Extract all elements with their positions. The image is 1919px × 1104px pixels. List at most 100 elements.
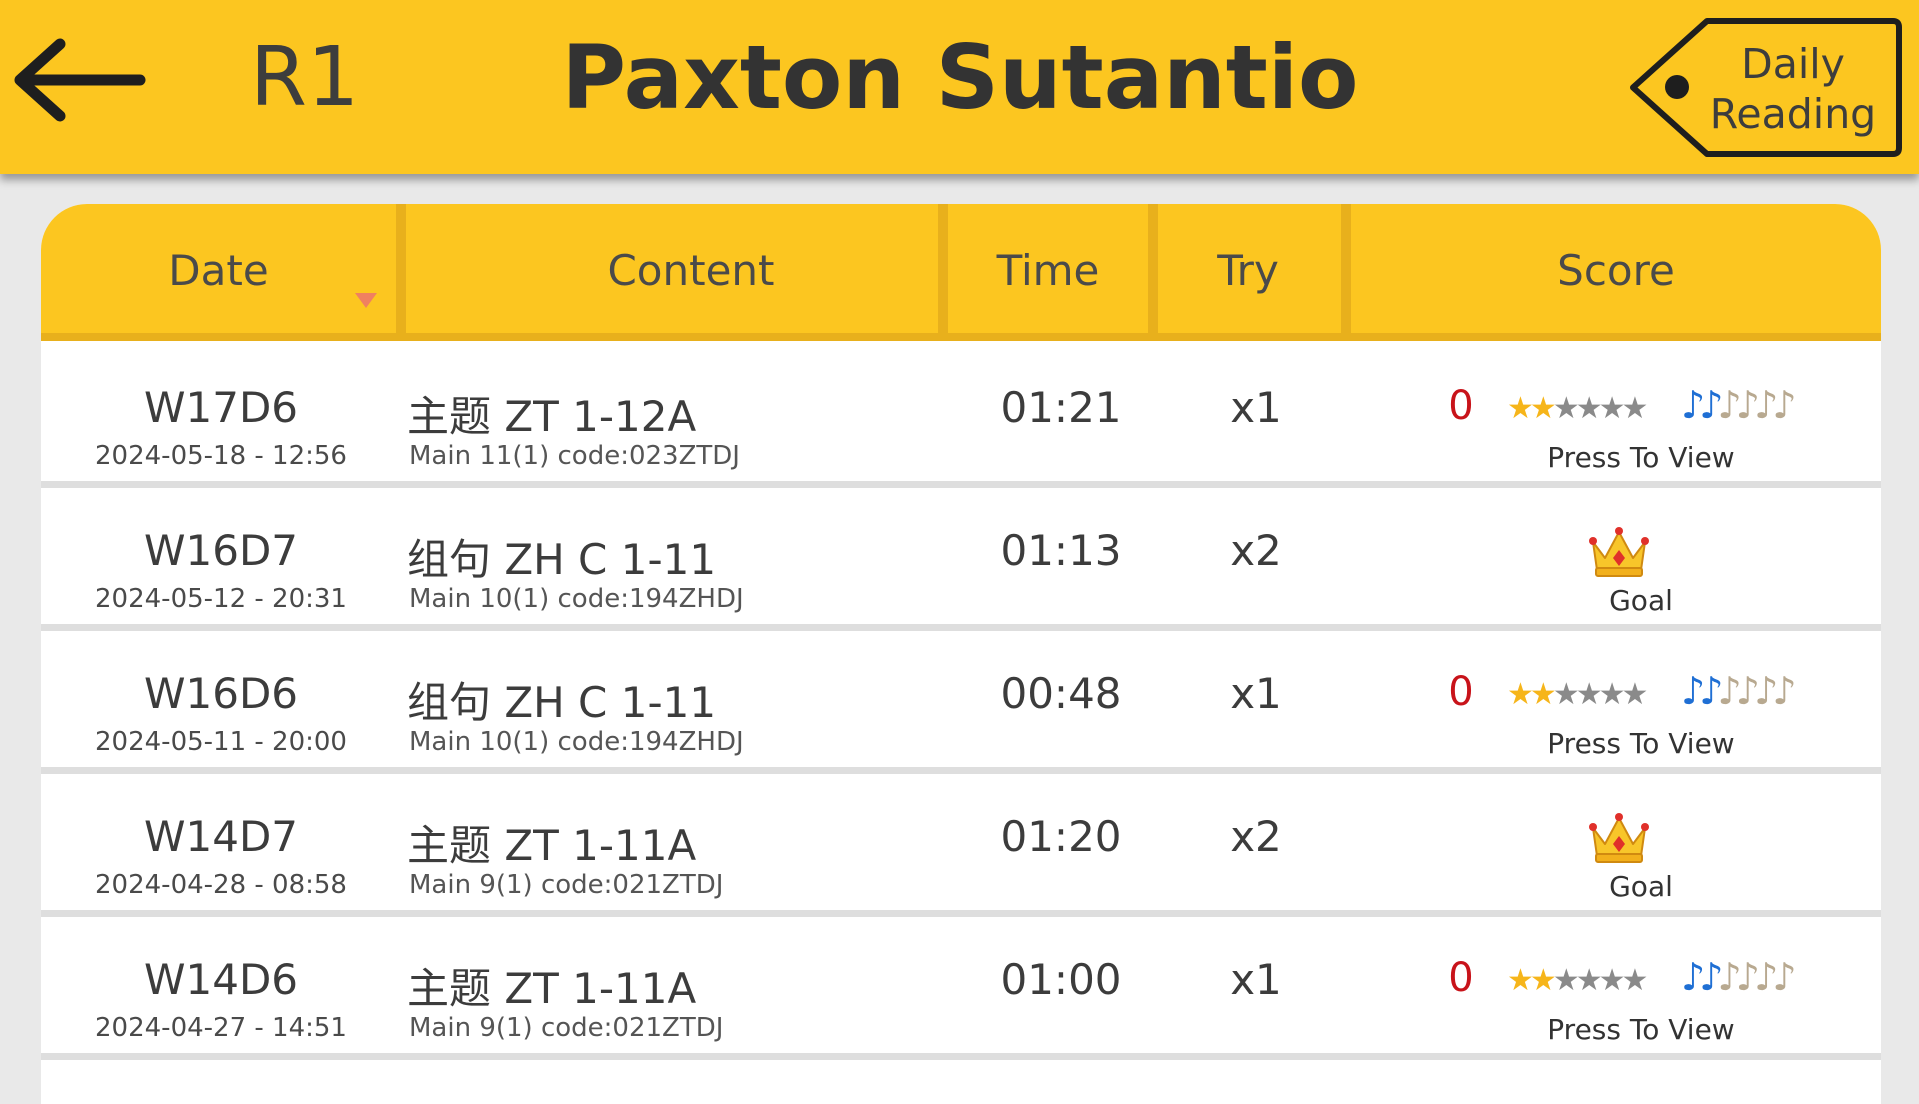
music-note-icon: ♪ [1681, 955, 1705, 999]
record-time: 01:00 [1000, 955, 1122, 1004]
music-note-icon: ♪ [1717, 955, 1742, 999]
star-icon: ★ [1552, 963, 1580, 998]
column-divider [1148, 204, 1158, 333]
music-note-icon: ♪ [1735, 669, 1760, 713]
star-icon: ★ [1575, 677, 1603, 712]
record-datetime: 2024-05-18 - 12:56 [95, 441, 347, 471]
try-count: x1 [1230, 383, 1282, 432]
table-row[interactable]: W14D6 2024-04-27 - 14:51 主题 ZT 1-11A Main 9… [41, 917, 1881, 1060]
column-header-date[interactable]: Date [41, 204, 396, 333]
score-value: 0 [1448, 669, 1474, 715]
content-title: 组句 ZH C 1-11 [407, 678, 717, 727]
music-note-icon: ♪ [1772, 669, 1796, 713]
row-divider [41, 910, 1881, 917]
column-header-score[interactable]: Score [1351, 204, 1881, 333]
row-divider [41, 767, 1881, 774]
column-divider [396, 204, 406, 333]
music-note-icon: ♪ [1754, 669, 1778, 713]
table-header: Date Content Time Try Score [41, 204, 1881, 341]
goal-label: Goal [1609, 870, 1673, 903]
table-row[interactable]: W17D6 2024-05-18 - 12:56 主题 ZT 1-12A Main 1… [41, 345, 1881, 488]
week-day: W17D6 [143, 383, 299, 432]
music-note-icon: ♪ [1699, 669, 1723, 713]
star-icon: ★ [1552, 677, 1580, 712]
column-divider [938, 204, 948, 333]
week-day: W14D7 [143, 812, 299, 861]
content-title: 组句 ZH C 1-11 [407, 535, 717, 584]
column-header-try[interactable]: Try [1158, 204, 1338, 333]
star-rating: ★★★★★★ [1507, 677, 1649, 713]
star-icon: ★ [1529, 963, 1557, 998]
table-row[interactable]: W14D7 2024-04-28 - 08:58 主题 ZT 1-11A Main 9… [41, 774, 1881, 917]
daily-reading-line1: Daily [1741, 40, 1845, 88]
content-code: Main 9(1) code:021ZTDJ [409, 1013, 724, 1043]
try-count: x2 [1230, 812, 1282, 861]
note-rating: ♪♪♪♪♪♪ [1681, 955, 1797, 999]
column-divider [1341, 204, 1351, 333]
star-icon: ★ [1598, 391, 1626, 426]
daily-reading-button[interactable]: Daily Reading [1625, 15, 1905, 160]
row-divider [41, 481, 1881, 488]
try-count: x1 [1230, 955, 1282, 1004]
crown-icon [1589, 813, 1649, 863]
record-time: 01:13 [1000, 526, 1122, 575]
column-header-content[interactable]: Content [406, 204, 976, 333]
music-note-icon: ♪ [1681, 383, 1705, 427]
arrow-left-icon [14, 38, 146, 122]
table-row[interactable]: W16D6 2024-05-11 - 20:00 组句 ZH C 1-11 Main … [41, 631, 1881, 774]
star-icon: ★ [1621, 963, 1649, 998]
star-icon: ★ [1621, 391, 1649, 426]
star-icon: ★ [1575, 391, 1603, 426]
music-note-icon: ♪ [1735, 955, 1760, 999]
music-note-icon: ♪ [1735, 383, 1760, 427]
star-icon: ★ [1507, 391, 1534, 426]
music-note-icon: ♪ [1717, 669, 1742, 713]
star-icon: ★ [1621, 677, 1649, 712]
content-code: Main 10(1) code:194ZHDJ [409, 727, 744, 757]
star-icon: ★ [1507, 963, 1534, 998]
press-to-view-link[interactable]: Press To View [1421, 1013, 1861, 1046]
music-note-icon: ♪ [1772, 955, 1796, 999]
content-title: 主题 ZT 1-11A [407, 964, 697, 1013]
record-datetime: 2024-05-11 - 20:00 [95, 727, 347, 757]
record-datetime: 2024-05-12 - 20:31 [95, 584, 347, 614]
crown-icon [1589, 527, 1649, 577]
column-header-time[interactable]: Time [948, 204, 1148, 333]
score-value: 0 [1448, 383, 1474, 429]
star-icon: ★ [1507, 677, 1534, 712]
week-day: W16D7 [143, 526, 299, 575]
week-day: W14D6 [143, 955, 299, 1004]
try-count: x2 [1230, 526, 1282, 575]
music-note-icon: ♪ [1754, 955, 1778, 999]
star-icon: ★ [1575, 963, 1603, 998]
star-rating: ★★★★★★ [1507, 963, 1649, 999]
level-label: R1 [250, 30, 360, 125]
record-time: 01:21 [1000, 383, 1122, 432]
goal-label: Goal [1609, 584, 1673, 617]
record-time: 01:20 [1000, 812, 1122, 861]
score-value: 0 [1448, 955, 1474, 1001]
week-day: W16D6 [143, 669, 299, 718]
daily-reading-line2: Reading [1709, 90, 1877, 138]
star-icon: ★ [1529, 677, 1557, 712]
star-icon: ★ [1598, 677, 1626, 712]
record-time: 00:48 [1000, 669, 1122, 718]
music-note-icon: ♪ [1699, 955, 1723, 999]
record-datetime: 2024-04-28 - 08:58 [95, 870, 347, 900]
content-title: 主题 ZT 1-11A [407, 821, 697, 870]
star-icon: ★ [1552, 391, 1580, 426]
records-table: Date Content Time Try Score W17D6 2024-05… [41, 204, 1881, 1104]
top-bar: R1 Paxton Sutantio Daily Reading [0, 0, 1919, 174]
record-datetime: 2024-04-27 - 14:51 [95, 1013, 347, 1043]
press-to-view-link[interactable]: Press To View [1421, 727, 1861, 760]
press-to-view-link[interactable]: Press To View [1421, 441, 1861, 474]
star-icon: ★ [1598, 963, 1626, 998]
back-button[interactable] [12, 30, 147, 130]
content-code: Main 9(1) code:021ZTDJ [409, 870, 724, 900]
star-icon: ★ [1529, 391, 1557, 426]
music-note-icon: ♪ [1717, 383, 1742, 427]
table-row[interactable]: W16D7 2024-05-12 - 20:31 组句 ZH C 1-11 Main … [41, 488, 1881, 631]
content-code: Main 11(1) code:023ZTDJ [409, 441, 740, 471]
music-note-icon: ♪ [1699, 383, 1723, 427]
try-count: x1 [1230, 669, 1282, 718]
